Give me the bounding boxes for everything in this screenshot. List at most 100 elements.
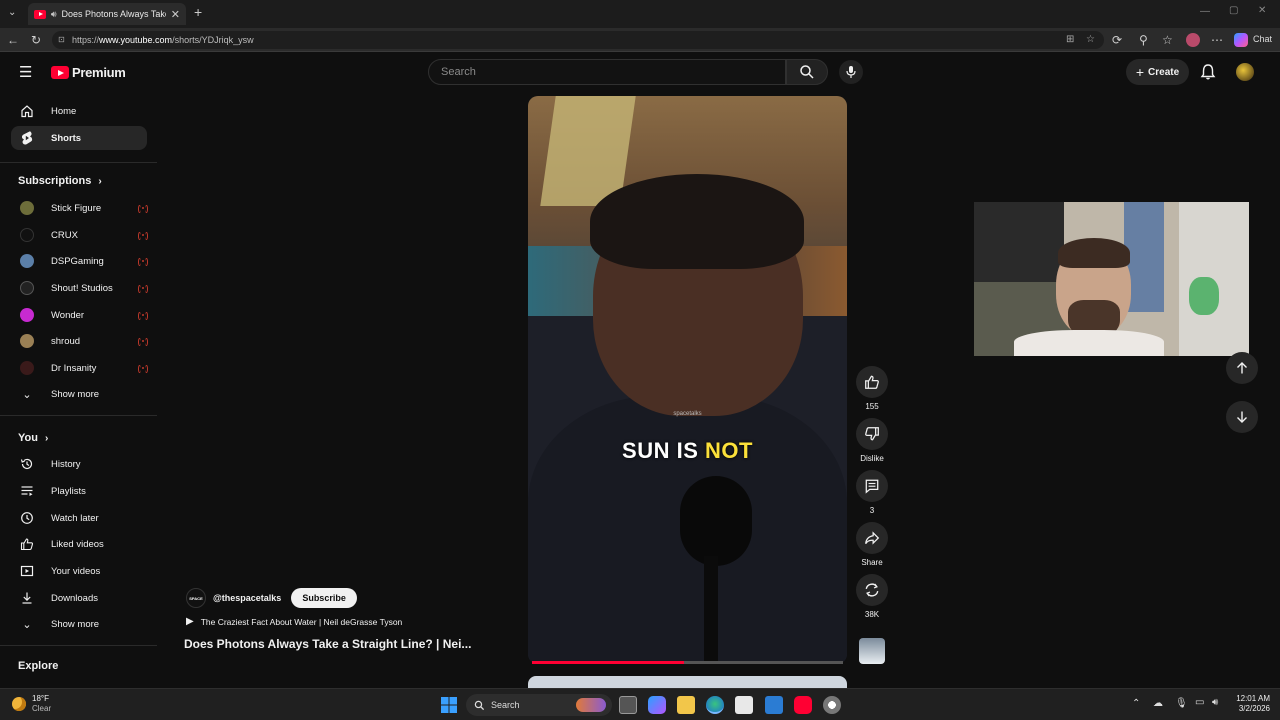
share-action[interactable]: Share bbox=[856, 522, 888, 567]
app-icon[interactable] bbox=[823, 696, 841, 714]
tray-app-icon[interactable]: ☁ bbox=[1153, 698, 1163, 709]
video-person-hair bbox=[590, 174, 804, 269]
comments-button[interactable] bbox=[856, 470, 888, 502]
sidebar-show-more-you[interactable]: ⌄ Show more bbox=[11, 612, 147, 636]
chat-label[interactable]: Chat bbox=[1253, 34, 1272, 44]
speaker-icon[interactable]: 🔊︎ bbox=[51, 9, 57, 20]
store-icon[interactable] bbox=[735, 696, 753, 714]
url-path: /shorts/YDJriqk_ysw bbox=[172, 35, 254, 45]
sidebar-item-stick-figure[interactable]: Stick Figure bbox=[11, 196, 148, 220]
sidebar-item-label: Downloads bbox=[51, 592, 98, 604]
tab-actions-chevron-icon[interactable]: ⌄ bbox=[8, 7, 16, 18]
youtube-logo[interactable]: Premium bbox=[51, 65, 126, 80]
next-short-button[interactable] bbox=[1226, 401, 1258, 433]
sidebar-item-dspgaming[interactable]: DSPGaming bbox=[11, 249, 148, 273]
sidebar-item-crux[interactable]: CRUX bbox=[11, 223, 148, 247]
browser-tab[interactable]: 🔊︎ Does Photons Always Take a St ✕ bbox=[28, 3, 186, 25]
clock-icon bbox=[21, 512, 33, 524]
new-tab-button[interactable]: + bbox=[194, 4, 202, 20]
sidebar-item-watch-later[interactable]: Watch later bbox=[11, 506, 147, 530]
task-view-icon[interactable] bbox=[619, 696, 637, 714]
show-hidden-icons-chevron[interactable]: ⌃ bbox=[1132, 698, 1140, 709]
favorites-icon[interactable]: ☆ bbox=[1162, 28, 1173, 52]
you-heading[interactable]: You › bbox=[18, 432, 48, 444]
mail-icon[interactable] bbox=[765, 696, 783, 714]
site-info-icon[interactable]: ⊡ bbox=[58, 31, 65, 49]
sidebar-item-downloads[interactable]: Downloads bbox=[11, 586, 147, 610]
video-title[interactable]: Does Photons Always Take a Straight Line… bbox=[184, 637, 471, 651]
tab-title: Does Photons Always Take a St bbox=[61, 9, 165, 19]
video-progress-bar[interactable] bbox=[532, 661, 843, 664]
channel-avatar[interactable]: SPACE bbox=[186, 588, 206, 608]
sidebar-item-history[interactable]: History bbox=[11, 452, 147, 476]
create-button[interactable]: + Create bbox=[1126, 59, 1189, 85]
network-icon[interactable]: ▭ bbox=[1195, 697, 1204, 708]
sidebar-item-liked-videos[interactable]: Liked videos bbox=[11, 532, 147, 556]
dislike-action[interactable]: Dislike bbox=[856, 418, 888, 463]
minimize-button[interactable]: — bbox=[1200, 6, 1210, 17]
voice-search-button[interactable] bbox=[839, 60, 863, 84]
next-short-preview bbox=[528, 676, 847, 688]
remix-action[interactable]: 38K bbox=[856, 574, 888, 619]
weather-widget[interactable]: 18°F Clear bbox=[12, 694, 51, 714]
reader-icon[interactable]: ⊞ bbox=[1066, 31, 1074, 49]
like-action[interactable]: 155 bbox=[856, 366, 888, 411]
close-window-button[interactable]: ✕ bbox=[1258, 5, 1266, 16]
remix-button[interactable] bbox=[856, 574, 888, 606]
sidebar-item-label: Shorts bbox=[51, 132, 82, 144]
previous-short-button[interactable] bbox=[1226, 352, 1258, 384]
microphone-tray-icon[interactable]: 🎙︎ bbox=[1175, 698, 1188, 709]
channel-name[interactable]: @thespacetalks bbox=[213, 593, 281, 603]
sidebar: Home Shorts Subscriptions › Stick Figure… bbox=[0, 92, 157, 688]
sidebar-item-shroud[interactable]: shroud bbox=[11, 329, 148, 353]
notifications-bell-icon[interactable] bbox=[1200, 63, 1216, 81]
sidebar-item-wonder[interactable]: Wonder bbox=[11, 303, 148, 327]
moon-weather-icon bbox=[12, 697, 26, 711]
more-menu-icon[interactable]: ⋯ bbox=[1211, 28, 1223, 52]
video-icon bbox=[20, 565, 34, 577]
dislike-button[interactable] bbox=[856, 418, 888, 450]
youtube-app-icon[interactable] bbox=[794, 696, 812, 714]
copilot-taskbar-icon[interactable] bbox=[648, 696, 666, 714]
file-explorer-icon[interactable] bbox=[677, 696, 695, 714]
shorts-video-player[interactable]: spacetalks SUN IS NOT bbox=[528, 96, 847, 664]
favorite-star-icon[interactable]: ☆ bbox=[1086, 31, 1095, 49]
sidebar-item-dr-insanity[interactable]: Dr Insanity bbox=[11, 356, 148, 380]
subscribe-button[interactable]: Subscribe bbox=[291, 588, 357, 608]
sidebar-item-shorts[interactable]: Shorts bbox=[11, 126, 147, 150]
share-button[interactable] bbox=[856, 522, 888, 554]
create-label: Create bbox=[1148, 66, 1180, 78]
account-avatar[interactable] bbox=[1236, 63, 1254, 81]
edge-browser-icon[interactable] bbox=[706, 696, 724, 714]
hamburger-menu-icon[interactable]: ☰ bbox=[19, 63, 32, 81]
like-button[interactable] bbox=[856, 366, 888, 398]
comments-action[interactable]: 3 bbox=[856, 470, 888, 515]
volume-icon[interactable]: 🔊︎ bbox=[1212, 697, 1218, 708]
channel-row: SPACE @thespacetalks Subscribe bbox=[186, 588, 357, 608]
share-label: Share bbox=[861, 558, 883, 567]
playlist-link[interactable]: ▶ The Craziest Fact About Water | Neil d… bbox=[186, 616, 402, 627]
channel-avatar bbox=[20, 361, 34, 375]
sidebar-item-shout-studios[interactable]: Shout! Studios bbox=[11, 276, 148, 300]
clock[interactable]: 12:01 AM 3/2/2026 bbox=[1230, 694, 1270, 714]
close-tab-icon[interactable]: ✕ bbox=[171, 8, 180, 21]
profile-avatar[interactable] bbox=[1186, 33, 1200, 47]
search-button[interactable] bbox=[786, 59, 828, 85]
sidebar-item-playlists[interactable]: Playlists bbox=[11, 479, 147, 503]
taskbar-search[interactable]: Search bbox=[466, 694, 612, 716]
address-bar[interactable]: ⊡ https://www.youtube.com/shorts/YDJriqk… bbox=[52, 31, 1104, 49]
refresh-icon[interactable]: ↻ bbox=[31, 28, 41, 52]
copilot-icon[interactable] bbox=[1234, 33, 1248, 47]
windows-start-icon[interactable] bbox=[440, 696, 458, 714]
search-input[interactable]: Search bbox=[428, 59, 786, 85]
extension-puzzle-icon[interactable]: ⚲ bbox=[1139, 28, 1148, 52]
extensions-icon[interactable]: ⟳ bbox=[1112, 28, 1122, 52]
sidebar-item-home[interactable]: Home bbox=[11, 99, 147, 123]
sidebar-item-your-videos[interactable]: Your videos bbox=[11, 559, 147, 583]
subscriptions-heading[interactable]: Subscriptions › bbox=[18, 175, 102, 187]
sidebar-show-more-subscriptions[interactable]: ⌄ Show more bbox=[11, 382, 147, 406]
audio-source-thumbnail[interactable] bbox=[859, 638, 885, 664]
history-icon bbox=[20, 458, 33, 470]
back-arrow-icon[interactable]: ← bbox=[7, 28, 19, 52]
maximize-button[interactable]: ▢ bbox=[1229, 5, 1238, 16]
